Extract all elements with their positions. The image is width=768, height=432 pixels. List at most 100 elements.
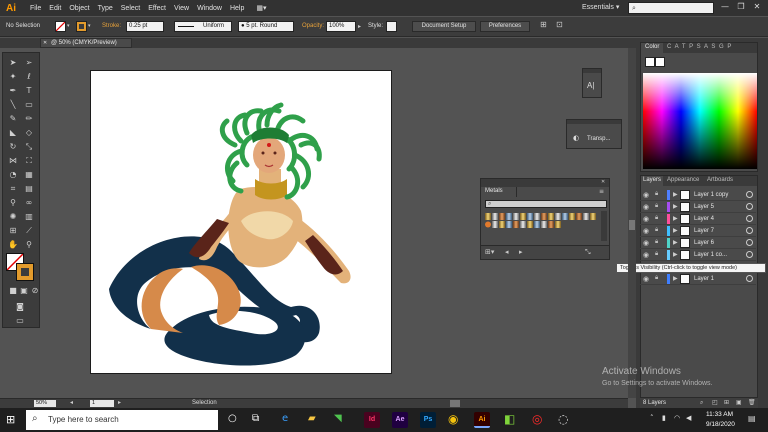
metals-panel-close-icon[interactable]: ✕ (601, 179, 605, 185)
color-tab[interactable]: Color (641, 43, 663, 53)
layer-target-icon[interactable] (746, 275, 753, 282)
task-view-icon[interactable]: ⧉ (252, 413, 259, 424)
show-hidden-icons[interactable]: ˄ (650, 414, 654, 422)
symbol-sprayer-tool-icon[interactable]: ✺ (6, 211, 20, 223)
width-tool-icon[interactable]: ⋈ (6, 155, 20, 167)
screen-mode-icon[interactable]: ▭ (13, 315, 27, 327)
type-tool-icon[interactable]: T (22, 85, 36, 97)
artboards-tab[interactable]: Artboards (707, 177, 733, 183)
menu-view[interactable]: View (174, 5, 189, 12)
document-close-icon[interactable]: ✕ (43, 39, 47, 47)
graph-tool-icon[interactable]: ▥ (22, 211, 36, 223)
locate-object-icon[interactable]: ⌕ (700, 399, 703, 407)
visibility-eye-icon[interactable]: ◉ (643, 239, 649, 247)
help-search-input[interactable]: ⌕ (628, 2, 714, 14)
indesign-taskbar-icon[interactable]: Id (364, 412, 380, 428)
other-panel-tabs[interactable]: C A T P S A S G P (667, 44, 732, 50)
lock-icon[interactable]: 🔒︎ (655, 275, 658, 282)
green-app-icon[interactable]: ◥ (334, 413, 342, 424)
color-spectrum[interactable] (643, 73, 757, 169)
cortana-icon[interactable]: ○ (228, 413, 237, 424)
vertical-scrollbar[interactable] (628, 48, 636, 398)
lock-icon[interactable]: 🔒︎ (655, 215, 658, 222)
collapse-panel-icon[interactable]: ⤡ (585, 248, 591, 257)
drawing-mode-icon[interactable]: ◙ (13, 301, 27, 313)
eyedropper-tool-icon[interactable]: ⚲ (6, 197, 20, 209)
lasso-tool-icon[interactable]: ℓ (22, 71, 36, 83)
menu-type[interactable]: Type (98, 5, 113, 12)
appearance-tab[interactable]: Appearance (667, 177, 699, 183)
visibility-eye-icon[interactable]: ◉ (643, 275, 649, 283)
pen-tool-icon[interactable]: ✒ (6, 85, 20, 97)
stroke-label[interactable]: Stroke: (102, 23, 121, 29)
close-button[interactable]: ✕ (750, 2, 764, 14)
photoshop-taskbar-icon[interactable]: Ps (420, 412, 436, 428)
minimize-button[interactable]: — (718, 2, 732, 14)
layer-row[interactable]: ◉ 🔒︎ ▶ Layer 7 (640, 225, 756, 237)
clock-date[interactable]: 9/18/2020 (706, 421, 735, 428)
zoom-level-input[interactable]: 50% (34, 400, 56, 407)
artboard[interactable] (90, 70, 392, 374)
expand-triangle-icon[interactable]: ▶ (673, 191, 678, 198)
notifications-icon[interactable]: ▤ (748, 414, 756, 423)
lock-icon[interactable]: 🔒︎ (655, 203, 658, 210)
restore-button[interactable]: ❐ (734, 2, 748, 14)
mesh-tool-icon[interactable]: ⌗ (6, 183, 20, 195)
magic-wand-tool-icon[interactable]: ✦ (6, 71, 20, 83)
menu-help[interactable]: Help (230, 5, 244, 12)
volume-icon[interactable]: ◀ (686, 414, 691, 422)
layer-name[interactable]: Layer 5 (694, 204, 714, 210)
layer-row[interactable]: ◉ 🔒︎ ▶ Layer 1 copy (640, 189, 756, 201)
metals-scrollbar[interactable] (601, 211, 607, 241)
chrome-taskbar-icon[interactable]: ◉ (448, 412, 458, 426)
clipping-mask-icon[interactable]: ◰ (712, 399, 718, 406)
menu-object[interactable]: Object (69, 5, 89, 12)
after-effects-taskbar-icon[interactable]: Ae (392, 412, 408, 428)
layer-target-icon[interactable] (746, 239, 753, 246)
windows-start-icon[interactable]: ⊞ (6, 413, 15, 426)
swatch-libraries-icon[interactable]: ⊞▾ (485, 248, 494, 256)
expand-triangle-icon[interactable]: ▶ (673, 251, 678, 258)
lock-icon[interactable]: 🔒︎ (655, 251, 658, 258)
rectangle-tool-icon[interactable]: ▭ (22, 99, 36, 111)
direct-selection-tool-icon[interactable]: ➢ (22, 57, 36, 69)
variable-width-profile[interactable]: Uniform (174, 21, 232, 32)
layer-target-icon[interactable] (746, 191, 753, 198)
zoom-tool-icon[interactable]: ⚲ (22, 239, 36, 251)
paintbrush-tool-icon[interactable]: ✎ (6, 113, 20, 125)
visibility-eye-icon[interactable]: ◉ (643, 191, 649, 199)
rotate-tool-icon[interactable]: ↻ (6, 141, 20, 153)
edge-browser-icon[interactable]: e (282, 413, 288, 424)
visibility-eye-icon[interactable]: ◉ (643, 251, 649, 259)
layer-name[interactable]: Layer 7 (694, 228, 714, 234)
lock-icon[interactable]: 🔒︎ (655, 239, 658, 246)
opera-taskbar-icon[interactable]: ◎ (532, 412, 542, 426)
opacity-arrow-icon[interactable]: ▸ (358, 23, 361, 30)
visibility-eye-icon[interactable]: ◉ (643, 215, 649, 223)
fill-dropdown-icon[interactable]: ▾ (67, 23, 70, 29)
pencil-tool-icon[interactable]: ✏ (22, 113, 36, 125)
next-library-icon[interactable]: ▸ (519, 248, 523, 256)
menu-select[interactable]: Select (121, 5, 140, 12)
horizontal-scroll-thumb[interactable] (450, 400, 460, 407)
fill-swatch[interactable] (55, 21, 66, 32)
selection-tool-icon[interactable]: ➤ (6, 57, 20, 69)
layer-row[interactable]: ◉ 🔒︎ ▶ Layer 4 (640, 213, 756, 225)
transparency-panel[interactable]: ◐ Transp... (566, 119, 622, 149)
slice-tool-icon[interactable]: ⟋ (22, 225, 36, 237)
transform-icon[interactable]: ⊡ (556, 20, 563, 29)
expand-triangle-icon[interactable]: ▶ (673, 227, 678, 234)
camtasia-taskbar-icon[interactable]: ◧ (504, 412, 515, 426)
blend-tool-icon[interactable]: ∞ (22, 197, 36, 209)
align-icon[interactable]: ⊞ (540, 20, 547, 29)
metals-swatch-grid[interactable] (485, 213, 597, 229)
graphic-style-swatch[interactable] (386, 21, 397, 32)
shape-builder-tool-icon[interactable]: ◔ (6, 169, 20, 181)
layer-name[interactable]: Layer 6 (694, 240, 714, 246)
artboard-number-input[interactable]: 1 (90, 400, 114, 407)
color-stroke-swatch[interactable] (655, 57, 665, 67)
color-fill-swatch[interactable] (645, 57, 655, 67)
taskbar-search-input[interactable]: Type here to search (26, 410, 218, 430)
layer-row[interactable]: ◉ 🔒︎ ▶ Layer 6 (640, 237, 756, 249)
visibility-eye-icon[interactable]: ◉ (643, 203, 649, 211)
